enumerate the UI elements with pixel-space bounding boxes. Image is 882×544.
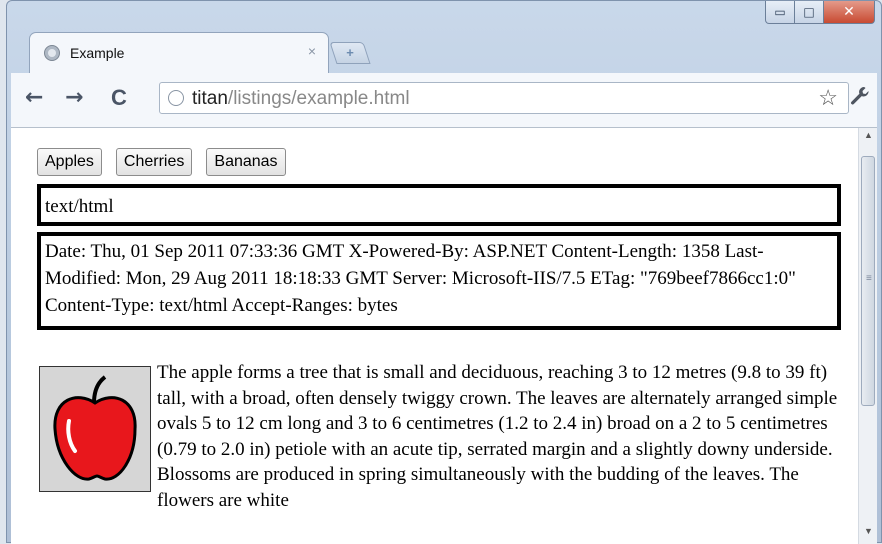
page-globe-icon bbox=[168, 90, 184, 106]
grip-icon: ≡ bbox=[866, 273, 872, 284]
plus-icon: + bbox=[346, 45, 354, 60]
maximize-button[interactable]: □ bbox=[795, 1, 824, 24]
url-text: titan/listings/example.html bbox=[192, 88, 410, 109]
back-arrow-icon[interactable]: ← bbox=[25, 85, 43, 110]
response-headers-box: Date: Thu, 01 Sep 2011 07:33:36 GMT X-Po… bbox=[37, 232, 841, 330]
page-viewport: Apples Cherries Bananas text/html Date: … bbox=[11, 128, 877, 544]
fruit-button-row: Apples Cherries Bananas bbox=[37, 148, 286, 176]
minimize-button[interactable]: ▭ bbox=[765, 1, 795, 24]
apple-paragraph: The apple forms a tree that is small and… bbox=[157, 362, 838, 511]
address-bar[interactable]: titan/listings/example.html ☆ bbox=[159, 82, 849, 114]
reload-icon[interactable]: C bbox=[111, 85, 127, 111]
globe-icon bbox=[44, 45, 60, 61]
web-page: Apples Cherries Bananas text/html Date: … bbox=[11, 128, 859, 544]
tab-example[interactable]: Example × bbox=[29, 32, 329, 74]
tab-close-icon[interactable]: × bbox=[308, 43, 316, 59]
browser-window: ▭ □ ✕ Example × + ← → C titan/listings/e… bbox=[6, 0, 882, 544]
apple-image bbox=[39, 366, 151, 492]
scrollbar-thumb[interactable]: ≡ bbox=[861, 156, 875, 406]
content-type-box: text/html bbox=[37, 184, 841, 226]
toolbar: ← → C titan/listings/example.html ☆ bbox=[11, 73, 877, 128]
apples-button[interactable]: Apples bbox=[37, 148, 102, 176]
wrench-icon[interactable] bbox=[849, 85, 871, 113]
vertical-scrollbar[interactable]: ▲ ≡ ▼ bbox=[858, 128, 877, 544]
window-controls: ▭ □ ✕ bbox=[765, 1, 875, 24]
new-tab-button[interactable]: + bbox=[329, 42, 371, 64]
bookmark-star-icon[interactable]: ☆ bbox=[818, 85, 838, 111]
close-window-button[interactable]: ✕ bbox=[824, 1, 875, 24]
tab-title: Example bbox=[70, 45, 125, 61]
scroll-up-icon[interactable]: ▲ bbox=[864, 130, 873, 140]
scroll-down-icon[interactable]: ▼ bbox=[864, 526, 873, 536]
forward-arrow-icon[interactable]: → bbox=[65, 85, 83, 110]
article-content: The apple forms a tree that is small and… bbox=[33, 360, 855, 513]
cherries-button[interactable]: Cherries bbox=[115, 148, 193, 176]
bananas-button[interactable]: Bananas bbox=[206, 148, 286, 176]
